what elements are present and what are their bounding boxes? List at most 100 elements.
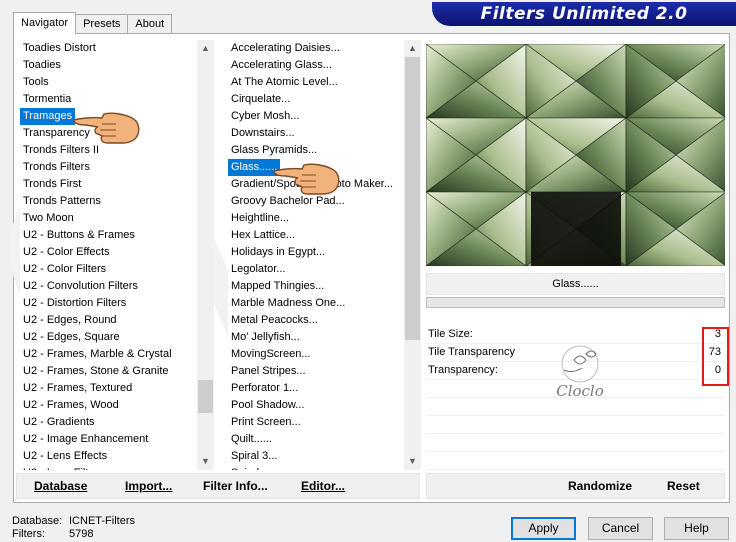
category-item[interactable]: U2 - Frames, Wood [20,397,172,414]
category-item-label: Tronds Filters II [23,144,99,156]
category-item[interactable]: Tormentia [20,91,172,108]
category-item[interactable]: Tronds Filters [20,159,172,176]
apply-button[interactable]: Apply [511,517,576,540]
category-item[interactable]: Tronds Filters II [20,142,172,159]
category-scrollbar[interactable]: ▲ ▼ [197,40,214,470]
app-title-banner: Filters Unlimited 2.0 [432,2,736,26]
category-item[interactable]: Tronds Patterns [20,193,172,210]
filter-item[interactable]: Mo' Jellyfish... [228,329,393,346]
filter-item[interactable]: Metal Peacocks... [228,312,393,329]
filter-item[interactable]: Spiral 3... [228,448,393,465]
filter-item[interactable]: Hex Lattice... [228,227,393,244]
category-item[interactable]: U2 - Color Filters [20,261,172,278]
filter-item-label: Panel Stripes... [231,365,306,377]
category-item[interactable]: Two Moon [20,210,172,227]
category-item-label: U2 - Gradients [23,416,95,428]
scroll-down-icon[interactable]: ▼ [404,453,421,470]
filter-item[interactable]: Downstairs... [228,125,393,142]
category-item[interactable]: Tronds First [20,176,172,193]
category-item[interactable]: U2 - Distortion Filters [20,295,172,312]
filter-item[interactable]: Heightline... [228,210,393,227]
filter-item-label: Cyber Mosh... [231,110,300,122]
filter-item[interactable]: Print Screen... [228,414,393,431]
tab-about[interactable]: About [127,14,173,34]
scroll-thumb[interactable] [405,57,420,340]
filter-item[interactable]: Mapped Thingies... [228,278,393,295]
category-item[interactable]: U2 - Lens Filters [20,465,172,470]
filter-item[interactable]: Holidays in Egypt... [228,244,393,261]
category-item-label: U2 - Frames, Wood [23,399,119,411]
category-item[interactable]: U2 - Buttons & Frames [20,227,172,244]
filters-count: 5798 [69,528,94,540]
values-highlight-box [702,327,729,386]
filter-item[interactable]: Glass...... [228,159,393,176]
category-item-label: U2 - Frames, Marble & Crystal [23,348,172,360]
filter-item[interactable]: Groovy Bachelor Pad... [228,193,393,210]
category-item-label: Tormentia [23,93,72,105]
tab-presets[interactable]: Presets [75,14,129,34]
category-item[interactable]: U2 - Color Effects [20,244,172,261]
filter-scrollbar[interactable]: ▲ ▼ [404,40,421,470]
category-item[interactable]: Tools [20,74,172,91]
filter-item-label: Mo' Jellyfish... [231,331,300,343]
filter-item-label: Perforator 1... [231,382,299,394]
tab-strip: Navigator Presets About [13,12,173,34]
filter-item[interactable]: Accelerating Glass... [228,57,393,74]
filter-item[interactable]: Spiral... [228,465,393,470]
param-tile-transparency[interactable]: Tile Transparency 73 [426,344,725,362]
param-tile-size[interactable]: Tile Size: 3 [426,326,725,344]
filter-item-label: Cirquelate... [231,93,291,105]
randomize-button[interactable]: Randomize [568,479,632,493]
filter-item[interactable]: Perforator 1... [228,380,393,397]
category-item[interactable]: U2 - Image Enhancement [20,431,172,448]
scroll-up-icon[interactable]: ▲ [404,40,421,57]
filter-item-label: At The Atomic Level... [231,76,338,88]
scroll-up-icon[interactable]: ▲ [197,40,214,57]
status-area: Database: ICNET-Filters Filters: 5798 [12,515,135,541]
filter-item[interactable]: Panel Stripes... [228,363,393,380]
filter-item[interactable]: Marble Madness One... [228,295,393,312]
category-item[interactable]: U2 - Frames, Textured [20,380,172,397]
filter-list[interactable]: Accelerating Daisies... Accelerating Glas… [228,40,404,470]
category-item[interactable]: Toadies Distort [20,40,172,57]
category-item[interactable]: Transparency [20,125,172,142]
category-item[interactable]: U2 - Frames, Stone & Granite [20,363,172,380]
scroll-down-icon[interactable]: ▼ [197,453,214,470]
category-item-label: U2 - Color Filters [23,263,107,275]
category-item[interactable]: U2 - Edges, Round [20,312,172,329]
param-transparency[interactable]: Transparency: 0 [426,362,725,380]
database-button[interactable]: Database [34,479,87,493]
filter-item[interactable]: Cirquelate... [228,91,393,108]
filter-item[interactable]: At The Atomic Level... [228,74,393,91]
filter-item[interactable]: Quilt...... [228,431,393,448]
category-item[interactable]: U2 - Convolution Filters [20,278,172,295]
editor-button[interactable]: Editor... [301,479,345,493]
category-item[interactable]: Tramages [20,108,172,125]
filter-item-label: Spiral... [228,465,268,470]
category-item[interactable]: Toadies [20,57,172,74]
filter-item[interactable]: Gradient/Spotlight Photo Maker... [228,176,393,193]
filter-item-label: Accelerating Daisies... [231,42,340,54]
filter-item[interactable]: Glass Pyramids... [228,142,393,159]
filter-item[interactable]: Legolator... [228,261,393,278]
filter-item[interactable]: Accelerating Daisies... [228,40,393,57]
filter-item-label: Legolator... [231,263,286,275]
category-item[interactable]: U2 - Frames, Marble & Crystal [20,346,172,363]
filter-item[interactable]: Pool Shadow... [228,397,393,414]
reset-button[interactable]: Reset [667,479,700,493]
filter-info-button[interactable]: Filter Info... [203,479,268,493]
scroll-thumb[interactable] [198,380,213,413]
tab-navigator[interactable]: Navigator [13,12,77,34]
help-button[interactable]: Help [664,517,729,540]
cancel-button[interactable]: Cancel [588,517,653,540]
category-item-label: Two Moon [23,212,74,224]
filter-preview [426,44,725,266]
filter-item[interactable]: Cyber Mosh... [228,108,393,125]
filter-item[interactable]: MovingScreen... [228,346,393,363]
category-item[interactable]: U2 - Lens Effects [20,448,172,465]
import-button[interactable]: Import... [125,479,172,493]
category-item[interactable]: U2 - Edges, Square [20,329,172,346]
category-item-label: U2 - Distortion Filters [23,297,127,309]
category-list[interactable]: Toadies Distort Toadies Tools Tormentia Tram… [20,40,197,470]
category-item[interactable]: U2 - Gradients [20,414,172,431]
